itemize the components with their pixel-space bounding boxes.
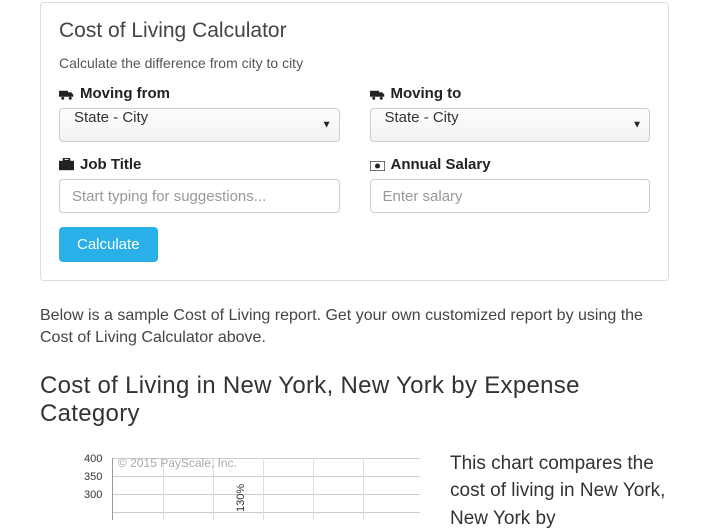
card-title: Cost of Living Calculator (59, 19, 650, 43)
cost-chart: 400 350 300 © 2015 PayScale, Inc. 130% (40, 450, 420, 520)
bar-value-label: 130% (235, 484, 247, 512)
moving-to-select[interactable]: State - City (370, 108, 651, 142)
truck-icon (59, 87, 74, 100)
briefcase-icon (59, 158, 74, 171)
moving-from-text: Moving from (80, 85, 170, 102)
calculator-card: Cost of Living Calculator Calculate the … (40, 2, 669, 281)
moving-to-label: Moving to (370, 85, 651, 102)
calculate-button[interactable]: Calculate (59, 227, 158, 262)
chart-watermark: © 2015 PayScale, Inc. (118, 456, 237, 470)
money-icon (370, 158, 385, 171)
y-axis-ticks: 400 350 300 (84, 450, 102, 504)
salary-label: Annual Salary (370, 156, 651, 173)
truck-icon (370, 87, 385, 100)
job-title-input[interactable] (59, 179, 340, 213)
moving-to-text: Moving to (391, 85, 462, 102)
job-title-label: Job Title (59, 156, 340, 173)
salary-input[interactable] (370, 179, 651, 213)
chart-description: This chart compares the cost of living i… (450, 450, 669, 532)
section-heading: Cost of Living in New York, New York by … (40, 372, 669, 428)
moving-from-select[interactable]: State - City (59, 108, 340, 142)
salary-text: Annual Salary (391, 156, 491, 173)
card-subtitle: Calculate the difference from city to ci… (59, 55, 650, 71)
job-title-text: Job Title (80, 156, 141, 173)
sample-description: Below is a sample Cost of Living report.… (40, 305, 669, 350)
moving-from-label: Moving from (59, 85, 340, 102)
